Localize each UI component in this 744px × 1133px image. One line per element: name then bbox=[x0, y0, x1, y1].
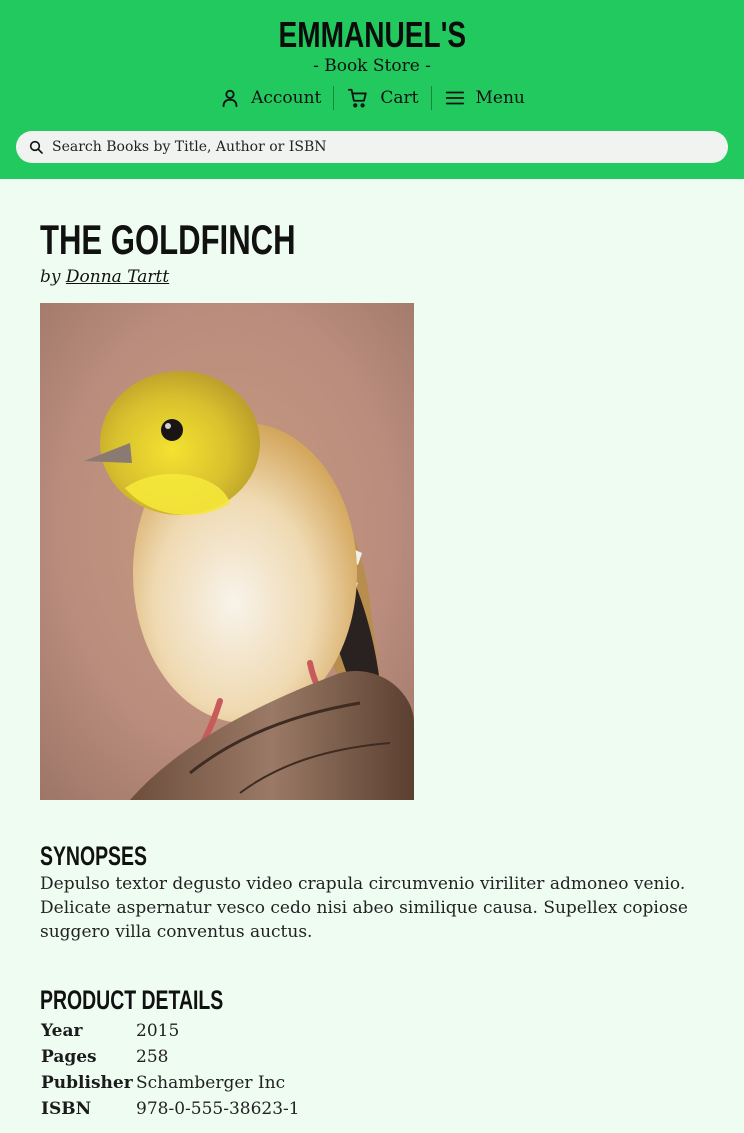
cart-link[interactable]: Cart bbox=[334, 87, 430, 109]
detail-label: Year bbox=[41, 1021, 83, 1041]
search-input[interactable] bbox=[52, 139, 692, 155]
nav-divider bbox=[333, 86, 335, 110]
author-link[interactable]: Donna Tartt bbox=[66, 267, 169, 287]
cart-label: Cart bbox=[380, 88, 419, 108]
book-cover-image bbox=[40, 303, 414, 800]
detail-value: 258 bbox=[136, 1047, 169, 1067]
menu-button[interactable]: Menu bbox=[432, 87, 537, 109]
site-header: EMMANUEL'S - Book Store - Account Cart M… bbox=[0, 0, 744, 179]
byline: by Donna Tartt bbox=[40, 267, 704, 287]
user-icon bbox=[219, 87, 241, 109]
cart-icon bbox=[346, 87, 370, 109]
detail-value: 2015 bbox=[136, 1021, 180, 1041]
brand[interactable]: EMMANUEL'S - Book Store - bbox=[0, 0, 744, 77]
product-page: THE GOLDFINCH by Donna Tartt SYNOPSES De… bbox=[0, 179, 744, 1122]
synopsis-heading: SYNOPSES bbox=[40, 841, 147, 871]
detail-label: Publisher bbox=[41, 1073, 133, 1093]
detail-value: Schamberger Inc bbox=[136, 1073, 286, 1093]
detail-label: ISBN bbox=[41, 1099, 92, 1119]
detail-label: Pages bbox=[41, 1047, 97, 1067]
detail-row-publisher: Publisher Schamberger Inc bbox=[40, 1070, 300, 1096]
book-title: THE GOLDFINCH bbox=[40, 216, 296, 263]
menu-label: Menu bbox=[475, 88, 525, 108]
product-details-table: Year 2015 Pages 258 Publisher Schamberge… bbox=[40, 1018, 300, 1122]
store-subtitle: - Book Store - bbox=[313, 56, 431, 76]
account-label: Account bbox=[251, 88, 322, 108]
nav-divider bbox=[430, 86, 432, 110]
by-label: by bbox=[40, 267, 61, 287]
search-icon[interactable] bbox=[28, 139, 44, 155]
top-nav: Account Cart Menu bbox=[0, 84, 744, 112]
detail-row-pages: Pages 258 bbox=[40, 1044, 300, 1070]
synopsis-text: Depulso textor degusto video crapula cir… bbox=[40, 874, 688, 942]
detail-row-year: Year 2015 bbox=[40, 1018, 300, 1044]
store-name[interactable]: EMMANUEL'S bbox=[278, 16, 466, 54]
detail-row-isbn: ISBN 978-0-555-38623-1 bbox=[40, 1096, 300, 1122]
details-heading: PRODUCT DETAILS bbox=[40, 985, 224, 1015]
account-link[interactable]: Account bbox=[207, 87, 333, 109]
search-bar bbox=[16, 131, 728, 163]
hamburger-icon bbox=[444, 87, 466, 109]
detail-value: 978-0-555-38623-1 bbox=[136, 1099, 300, 1119]
